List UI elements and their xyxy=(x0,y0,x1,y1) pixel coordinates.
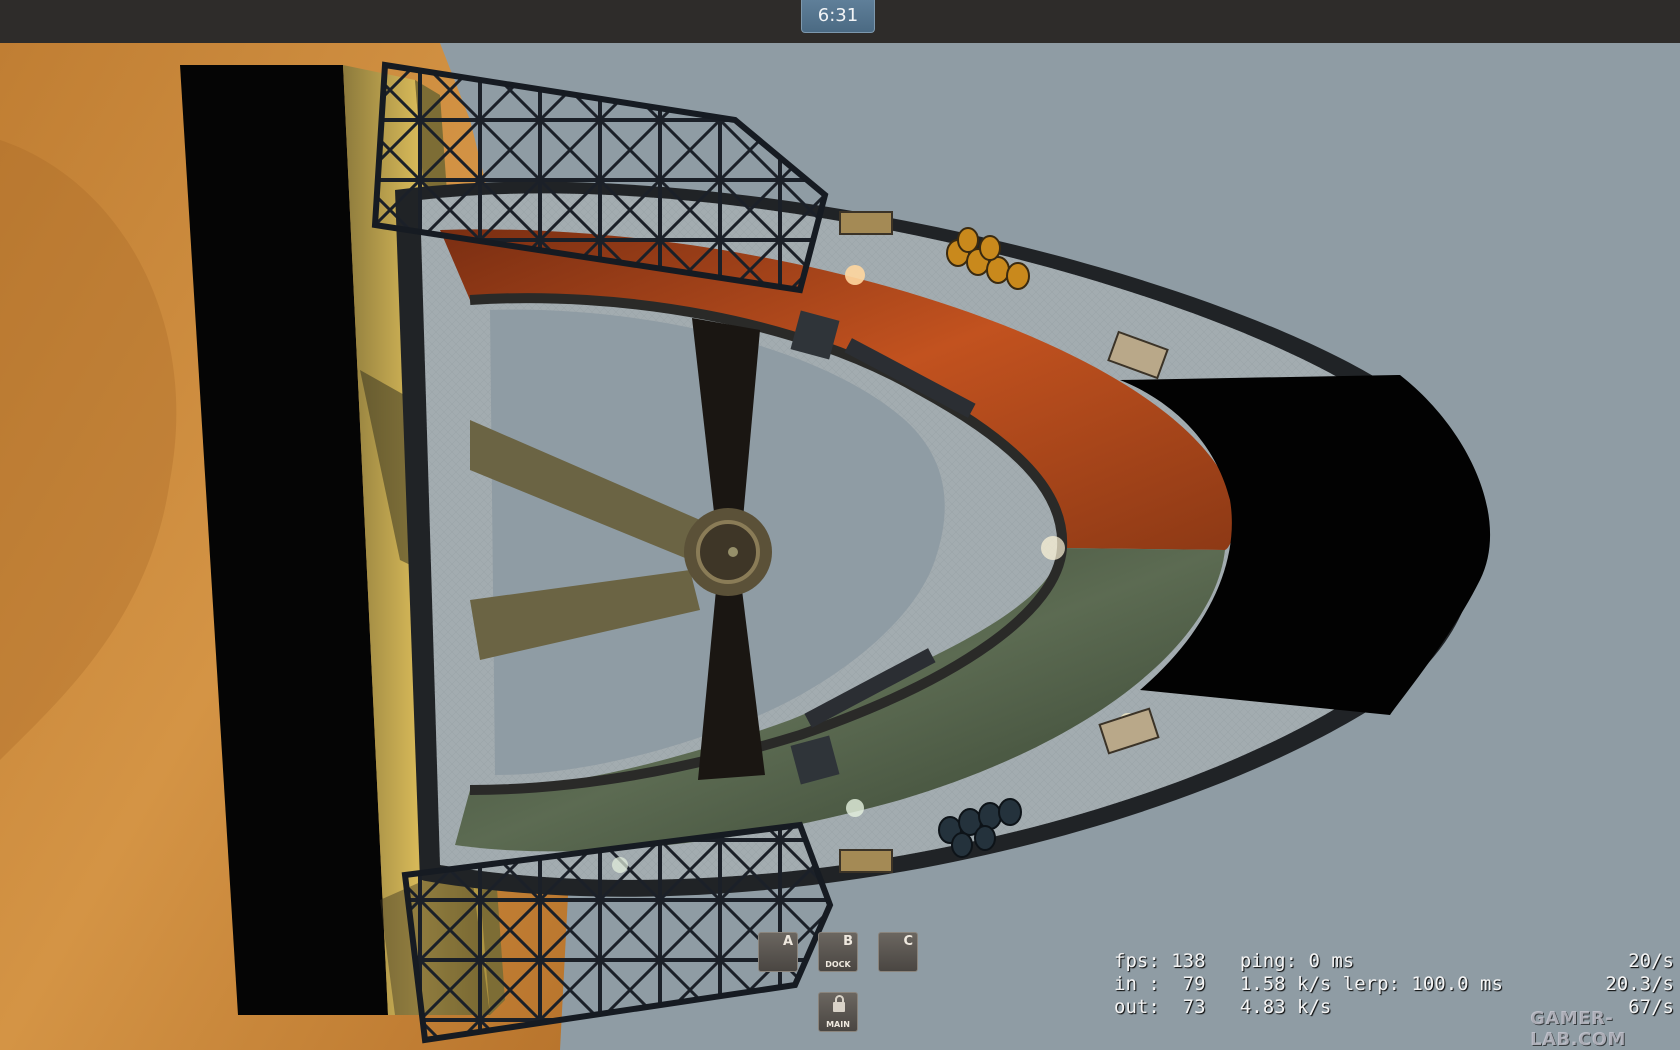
net-graph: fps: 138 ping: 0 ms in : 79 1.58 k/s lerp… xyxy=(1114,950,1503,1019)
control-point-b: B DOCK xyxy=(818,932,858,972)
net-graph-line-2: in : 79 1.58 k/s lerp: 100.0 ms xyxy=(1114,973,1503,995)
lock-icon xyxy=(833,995,845,1012)
control-point-c-letter: C xyxy=(903,934,913,949)
round-timer: 6:31 xyxy=(801,0,875,33)
control-point-a: A xyxy=(758,932,798,972)
hud-top-bar: 6:31 xyxy=(0,0,1680,43)
control-point-main-name: MAIN xyxy=(826,1020,850,1029)
game-viewport[interactable] xyxy=(0,0,1680,1050)
watermark: GAMER-LAB.COM xyxy=(1530,1008,1626,1050)
control-point-main: MAIN xyxy=(818,992,858,1032)
control-point-b-letter: B xyxy=(843,934,853,949)
control-point-a-letter: A xyxy=(782,934,793,949)
control-point-b-name: DOCK xyxy=(825,960,851,969)
net-graph-line-3: out: 73 4.83 k/s xyxy=(1114,996,1332,1018)
net-rate-1: 20/s xyxy=(1628,950,1674,972)
net-graph-line-1: fps: 138 ping: 0 ms xyxy=(1114,950,1355,972)
net-rate-2: 20.3/s xyxy=(1605,973,1674,995)
control-point-c: C xyxy=(878,932,918,972)
